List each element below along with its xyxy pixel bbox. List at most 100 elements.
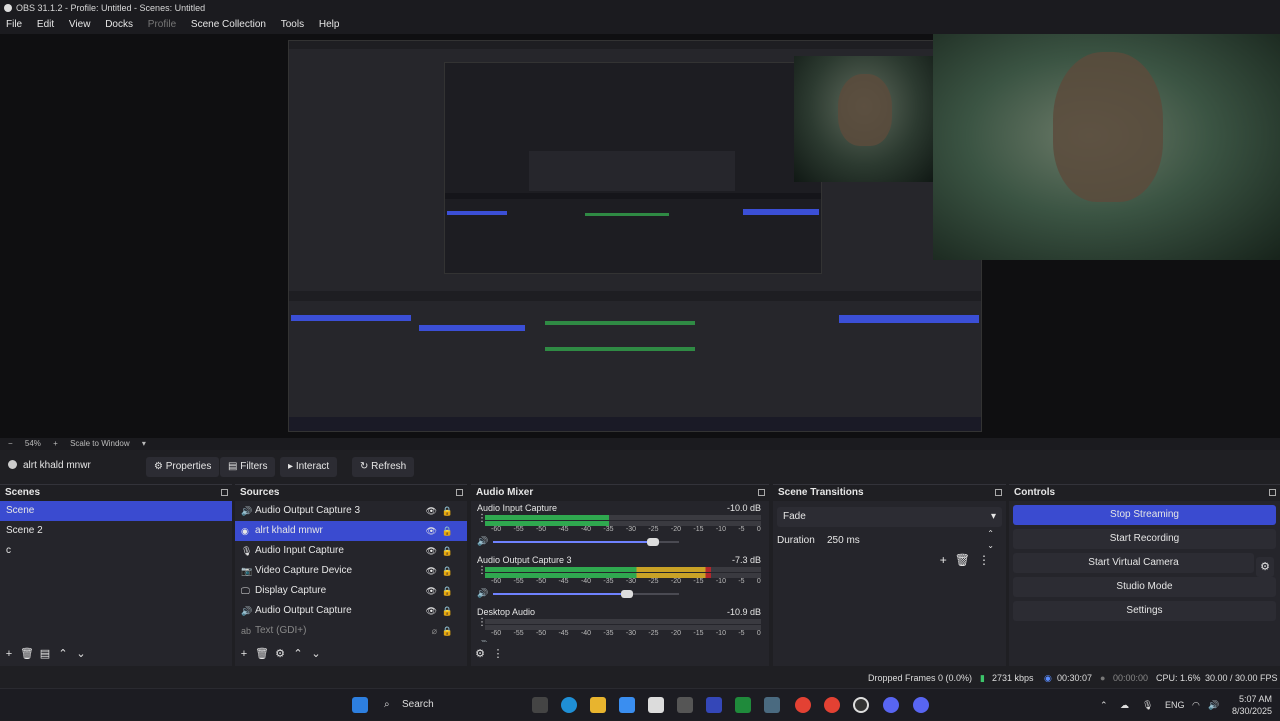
undock-icon[interactable] [758, 489, 765, 496]
store-icon[interactable] [648, 697, 664, 713]
transition-select[interactable]: Fade ▾ [777, 507, 1002, 527]
file-explorer-icon[interactable] [590, 697, 606, 713]
menu-tools[interactable]: Tools [275, 16, 310, 34]
eye-icon[interactable]: 👁 [426, 501, 437, 521]
gear-icon[interactable]: ⚙ [1256, 557, 1274, 577]
move-down-icon[interactable]: ⌄ [307, 642, 325, 666]
scene-item[interactable]: c [0, 541, 232, 561]
trash-icon[interactable]: 🗑 [18, 642, 36, 666]
eye-hidden-icon[interactable]: ⌀ [432, 621, 437, 641]
lock-icon[interactable]: 🔒 [442, 501, 453, 521]
settings-button[interactable]: Settings [1013, 601, 1276, 621]
filters-button[interactable]: ▤ Filters [220, 457, 276, 477]
undock-icon[interactable] [1269, 489, 1276, 496]
volume-slider[interactable] [493, 538, 679, 546]
eye-icon[interactable]: 👁 [426, 581, 437, 601]
lock-icon[interactable]: 🔒 [442, 581, 453, 601]
gear-icon[interactable]: ⚙ [471, 642, 489, 666]
chrome-icon[interactable] [795, 697, 811, 713]
menu-docks[interactable]: Docks [99, 16, 139, 34]
scene-item[interactable]: Scene [0, 501, 232, 521]
undock-icon[interactable] [456, 489, 463, 496]
lock-icon[interactable]: 🔒 [442, 561, 453, 581]
studio-mode-button[interactable]: Studio Mode [1013, 577, 1276, 597]
taskbar-search[interactable]: ⌕ Search [376, 694, 516, 716]
clock-time: 5:07 AM [1238, 694, 1272, 704]
menu-view[interactable]: View [63, 16, 97, 34]
obs-taskbar-icon[interactable] [853, 697, 869, 713]
stepper-icon[interactable]: ⌃ ⌄ [987, 528, 994, 552]
windows-start-icon[interactable] [352, 697, 368, 713]
undock-icon[interactable] [221, 489, 228, 496]
speaker-icon[interactable]: 🔊 [477, 588, 488, 599]
trash-icon[interactable]: 🗑 [253, 642, 271, 666]
add-icon[interactable]: + [235, 642, 253, 666]
discord-icon[interactable] [913, 697, 929, 713]
volume-slider[interactable] [493, 590, 679, 598]
clock[interactable]: 5:07 AM 8/30/2025 [1228, 693, 1272, 717]
menu-help[interactable]: Help [313, 16, 346, 34]
move-up-icon[interactable]: ⌃ [289, 642, 307, 666]
eye-icon[interactable]: 👁 [426, 601, 437, 621]
eye-icon[interactable]: 👁 [426, 561, 437, 581]
lock-icon[interactable]: 🔒 [442, 541, 453, 561]
scale-mode-select[interactable]: Scale to Window [70, 439, 130, 448]
menu-file[interactable]: File [0, 16, 28, 34]
start-recording-button[interactable]: Start Recording [1013, 529, 1276, 549]
refresh-button[interactable]: ↻ Refresh [352, 457, 415, 477]
task-view-icon[interactable] [532, 697, 548, 713]
add-icon[interactable]: + [940, 553, 955, 567]
speaker-icon[interactable]: 🔊 [477, 536, 488, 547]
move-down-icon[interactable]: ⌄ [72, 642, 90, 666]
menu-profile[interactable]: Profile [142, 16, 182, 34]
discord-icon[interactable] [883, 697, 899, 713]
filter-icon[interactable]: ▤ [36, 642, 54, 666]
add-icon[interactable]: + [0, 642, 18, 666]
chevron-down-icon[interactable]: ▾ [142, 439, 146, 448]
excel-icon[interactable] [735, 697, 751, 713]
more-icon[interactable]: ⋮ [489, 642, 507, 666]
app-icon[interactable] [764, 697, 780, 713]
app-icon[interactable] [677, 697, 693, 713]
language-indicator[interactable]: ENG [1165, 689, 1185, 721]
source-item[interactable]: 🎙 Audio Input Capture 👁 🔒 [235, 541, 467, 561]
source-item[interactable]: 🖵 Display Capture 👁 🔒 [235, 581, 467, 601]
menu-edit[interactable]: Edit [31, 16, 60, 34]
trash-icon[interactable]: 🗑 [955, 553, 978, 567]
properties-button[interactable]: ⚙ Properties [146, 457, 220, 477]
copilot-icon[interactable] [619, 697, 635, 713]
zoom-in-icon[interactable]: + [53, 439, 58, 448]
start-virtual-camera-button[interactable]: Start Virtual Camera [1013, 553, 1254, 573]
more-icon[interactable]: ⋮ [978, 553, 998, 567]
eye-icon[interactable]: 👁 [426, 521, 437, 541]
stop-streaming-button[interactable]: Stop Streaming [1013, 505, 1276, 525]
source-item[interactable]: 🔊 Audio Output Capture 👁 🔒 [235, 601, 467, 621]
scene-item[interactable]: Scene 2 [0, 521, 232, 541]
source-item[interactable]: ◉ alrt khald mnwr 👁 🔒 [235, 521, 467, 541]
volume-knob[interactable] [646, 538, 659, 546]
lock-icon[interactable]: 🔒 [442, 621, 453, 641]
chrome-icon[interactable] [824, 697, 840, 713]
source-item[interactable]: ab Text (GDI+) ⌀ 🔒 [235, 621, 467, 641]
source-item[interactable]: 🔊 Audio Output Capture 3 👁 🔒 [235, 501, 467, 521]
eye-icon[interactable]: 👁 [426, 541, 437, 561]
menu-scene-collection[interactable]: Scene Collection [185, 16, 272, 34]
lock-icon[interactable]: 🔒 [442, 521, 453, 541]
volume-knob[interactable] [620, 590, 633, 598]
volume-icon[interactable]: 🔊 [1208, 689, 1219, 721]
move-up-icon[interactable]: ⌃ [54, 642, 72, 666]
source-item[interactable]: 📷 Video Capture Device 👁 🔒 [235, 561, 467, 581]
zoom-out-icon[interactable]: − [8, 439, 13, 448]
undock-icon[interactable] [995, 489, 1002, 496]
preview-canvas[interactable] [0, 34, 1280, 438]
tray-chevron-icon[interactable]: ⌃ [1100, 689, 1108, 721]
edge-icon[interactable] [561, 697, 577, 713]
duration-field[interactable]: 250 ms [823, 531, 995, 551]
network-icon[interactable]: ☁ [1120, 689, 1129, 721]
vscode-icon[interactable] [706, 697, 722, 713]
microphone-icon[interactable]: 🎙 [1142, 689, 1153, 721]
wifi-icon[interactable]: ◠ [1192, 689, 1200, 721]
interact-button[interactable]: ▸ Interact [280, 457, 338, 477]
lock-icon[interactable]: 🔒 [442, 601, 453, 621]
gear-icon[interactable]: ⚙ [271, 642, 289, 666]
